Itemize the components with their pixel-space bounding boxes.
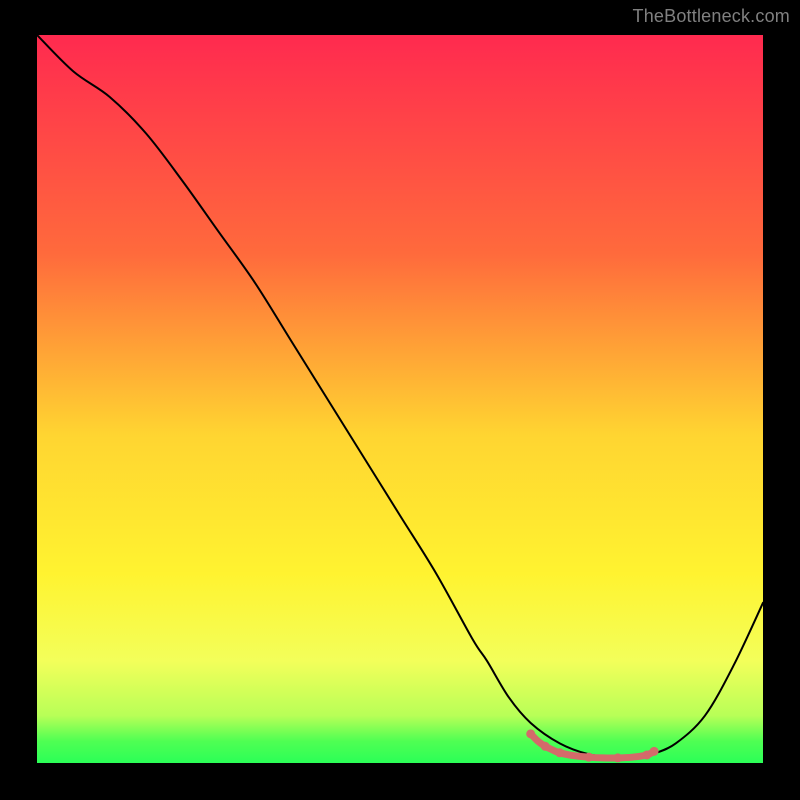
plateau-dot [584, 753, 593, 762]
plot-svg [37, 35, 763, 763]
plateau-dot [555, 748, 564, 757]
plateau-dot [650, 747, 659, 756]
watermark-label: TheBottleneck.com [633, 6, 790, 27]
chart-canvas: TheBottleneck.com [0, 0, 800, 800]
plot-area [37, 35, 763, 763]
plateau-dot [541, 742, 550, 751]
gradient-rect [37, 35, 763, 763]
plateau-dot [526, 729, 535, 738]
plateau-dot [613, 753, 622, 762]
